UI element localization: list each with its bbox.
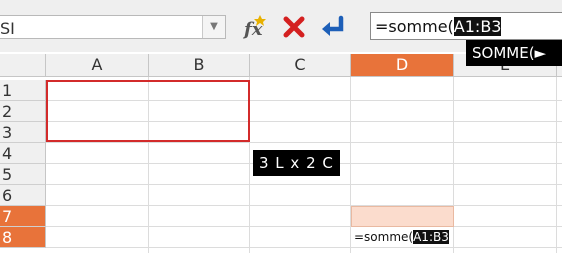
function-wizard-icon: fx (242, 15, 266, 40)
name-box[interactable]: SI ▼ (0, 15, 226, 39)
row-header-7[interactable]: 7 (0, 206, 46, 227)
cancel-button[interactable] (279, 12, 309, 42)
formula-range-ref: A1:B3 (453, 17, 502, 36)
row-header-5[interactable]: 5 (0, 164, 46, 185)
reference-range-highlight (46, 80, 250, 142)
grid-line (556, 77, 557, 253)
name-box-value: SI (0, 19, 15, 38)
grid-line (46, 247, 562, 248)
cell-formula-text: =somme(A1:B3 (354, 230, 449, 244)
row-header-6[interactable]: 6 (0, 185, 46, 206)
cell-d7[interactable] (351, 206, 454, 227)
grid-line (46, 184, 562, 185)
selection-size-tooltip: 3 L x 2 C (253, 150, 340, 176)
column-header-d[interactable]: D (351, 54, 454, 76)
formula-text: =somme(A1:B3 (375, 17, 502, 36)
column-header-a[interactable]: A (46, 54, 149, 76)
grid-line (46, 142, 562, 143)
row-header-4[interactable]: 4 (0, 143, 46, 164)
row-header-3[interactable]: 3 (0, 122, 46, 143)
row-header-8[interactable]: 8 (0, 227, 46, 248)
function-wizard-button[interactable]: fx (240, 12, 270, 42)
chevron-down-icon[interactable]: ▼ (202, 16, 225, 38)
grid-line (46, 205, 562, 206)
cell-formula-prefix: =somme( (354, 230, 414, 244)
select-all-corner[interactable] (0, 54, 46, 76)
row-header-2[interactable]: 2 (0, 101, 46, 122)
enter-arrow-icon (322, 15, 344, 36)
formula-prefix: =somme( (375, 17, 454, 36)
column-header-c[interactable]: C (250, 54, 351, 76)
function-tooltip: SOMME(► (466, 40, 562, 66)
formula-input[interactable]: =somme(A1:B3 (370, 12, 562, 40)
row-header-1[interactable]: 1 (0, 80, 46, 101)
cell-d8-editing[interactable]: =somme(A1:B3 (351, 227, 454, 248)
close-icon (283, 16, 305, 38)
grid-line (46, 226, 562, 227)
cell-formula-range-ref: A1:B3 (413, 230, 449, 244)
accept-button[interactable] (318, 12, 348, 42)
column-header-b[interactable]: B (149, 54, 250, 76)
